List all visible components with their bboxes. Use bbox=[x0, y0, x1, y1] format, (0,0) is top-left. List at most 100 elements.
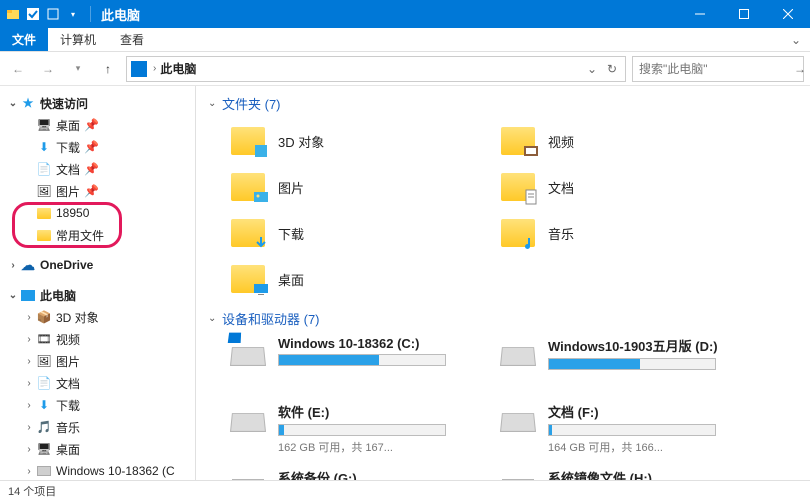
pin-icon: 📌 bbox=[84, 162, 94, 176]
video-icon: 🎞 bbox=[36, 331, 52, 347]
nav-forward-button[interactable]: → bbox=[36, 57, 60, 81]
checkbox-icon[interactable] bbox=[26, 7, 40, 21]
separator bbox=[90, 6, 91, 22]
tree-item-pictures-pc[interactable]: ›🖼图片 bbox=[0, 350, 195, 372]
file-tab[interactable]: 文件 bbox=[0, 28, 48, 51]
this-pc-icon bbox=[131, 61, 147, 77]
window-controls bbox=[678, 0, 810, 28]
folder-label: 下载 bbox=[278, 224, 304, 243]
tree-label: 下载 bbox=[56, 139, 80, 156]
qat-dropdown-icon[interactable]: ▾ bbox=[66, 7, 80, 21]
drive-big-icon bbox=[228, 402, 268, 442]
status-text: 14 个项目 bbox=[8, 483, 56, 499]
tree-item-videos[interactable]: ›🎞视频 bbox=[0, 328, 195, 350]
downloads-icon: ⬇ bbox=[36, 139, 52, 155]
collapse-icon[interactable]: ⌄ bbox=[6, 290, 20, 301]
maximize-button[interactable] bbox=[722, 0, 766, 28]
drive-tile[interactable]: Windows 10-18362 (C:) bbox=[226, 334, 486, 398]
minimize-button[interactable] bbox=[678, 0, 722, 28]
qat-item-icon[interactable] bbox=[46, 7, 60, 21]
computer-tab[interactable]: 计算机 bbox=[48, 28, 108, 51]
pictures-icon: 🖼 bbox=[36, 353, 52, 369]
folder-tile[interactable]: 音乐 bbox=[496, 211, 756, 255]
title-bar: ▾ 此电脑 bbox=[0, 0, 810, 28]
downloads-icon: ⬇ bbox=[36, 397, 52, 413]
music-icon: 🎵 bbox=[36, 419, 52, 435]
tree-item-desktop[interactable]: ·🖥桌面📌 bbox=[0, 114, 195, 136]
close-button[interactable] bbox=[766, 0, 810, 28]
expand-icon[interactable]: › bbox=[6, 260, 20, 271]
quick-access-node[interactable]: ⌄ ★ 快速访问 bbox=[0, 92, 195, 114]
drive-tile[interactable]: 文档 (F:) 164 GB 可用，共 166... bbox=[496, 400, 756, 464]
tree-item-3d[interactable]: ›📦3D 对象 bbox=[0, 306, 195, 328]
search-input[interactable] bbox=[639, 62, 794, 76]
folder-big-icon bbox=[228, 169, 268, 205]
folders-group-header[interactable]: ⌄ 文件夹 (7) bbox=[208, 94, 800, 113]
folder-big-icon bbox=[498, 123, 538, 159]
drive-tile[interactable]: 系统备份 (G:) bbox=[226, 466, 486, 480]
tree-item-documents[interactable]: ·📄文档📌 bbox=[0, 158, 195, 180]
tree-label: 18950 bbox=[56, 206, 89, 220]
drive-tile[interactable]: 系统镜像文件 (H:) bbox=[496, 466, 756, 480]
drive-big-icon bbox=[228, 468, 268, 480]
folder-big-icon bbox=[498, 215, 538, 251]
tree-item-common-files[interactable]: ·常用文件 bbox=[0, 224, 195, 246]
ribbon-tabs: 文件 计算机 查看 ⌄ bbox=[0, 28, 810, 52]
tree-label: 音乐 bbox=[56, 419, 80, 436]
search-icon[interactable]: → bbox=[794, 62, 806, 76]
drive-name: 软件 (E:) bbox=[278, 402, 484, 421]
tree-label: 常用文件 bbox=[56, 227, 104, 244]
tree-item-18950[interactable]: ·18950 bbox=[0, 202, 195, 224]
drive-free-text: 164 GB 可用，共 166... bbox=[548, 439, 754, 455]
tree-item-downloads[interactable]: ·⬇下载📌 bbox=[0, 136, 195, 158]
breadcrumb[interactable]: 此电脑 bbox=[156, 60, 200, 77]
nav-back-button[interactable]: ← bbox=[6, 57, 30, 81]
desktop-icon: 🖥 bbox=[36, 117, 52, 133]
collapse-icon[interactable]: ⌄ bbox=[208, 313, 222, 324]
tree-label: 图片 bbox=[56, 353, 80, 370]
folder-tile[interactable]: 下载 bbox=[226, 211, 486, 255]
tree-item-desktop-pc[interactable]: ›🖥桌面 bbox=[0, 438, 195, 460]
drive-name: Windows10-1903五月版 (D:) bbox=[548, 336, 754, 355]
folder-tile[interactable]: 图片 bbox=[226, 165, 486, 209]
folder-label: 文档 bbox=[548, 178, 574, 197]
folder-tile[interactable]: 3D 对象 bbox=[226, 119, 486, 163]
tree-item-drive-c[interactable]: ›Windows 10-18362 (C bbox=[0, 460, 195, 480]
view-tab[interactable]: 查看 bbox=[108, 28, 156, 51]
tree-label: OneDrive bbox=[40, 258, 93, 272]
quick-access-toolbar: ▾ bbox=[0, 7, 86, 21]
folder-icon bbox=[36, 227, 52, 243]
nav-recent-dropdown[interactable]: ▾ bbox=[66, 57, 90, 81]
nav-up-button[interactable]: ↑ bbox=[96, 57, 120, 81]
drive-tile[interactable]: Windows10-1903五月版 (D:) bbox=[496, 334, 756, 398]
folder-tile[interactable]: 视频 bbox=[496, 119, 756, 163]
tree-item-downloads-pc[interactable]: ›⬇下载 bbox=[0, 394, 195, 416]
search-box[interactable]: → bbox=[632, 56, 804, 82]
drive-name: 文档 (F:) bbox=[548, 402, 754, 421]
onedrive-icon: ☁ bbox=[20, 257, 36, 273]
address-dropdown-icon[interactable]: ⌄ bbox=[583, 62, 601, 76]
tree-item-music[interactable]: ›🎵音乐 bbox=[0, 416, 195, 438]
desktop-icon: 🖥 bbox=[36, 441, 52, 457]
content-pane: ⌄ 文件夹 (7) 3D 对象视频图片 文档下载 音乐桌面 ⌄ 设备和驱动器 (7)… bbox=[196, 86, 810, 480]
drives-group-header[interactable]: ⌄ 设备和驱动器 (7) bbox=[208, 309, 800, 328]
onedrive-node[interactable]: › ☁ OneDrive bbox=[0, 254, 195, 276]
tree-item-documents-pc[interactable]: ›📄文档 bbox=[0, 372, 195, 394]
folder-label: 桌面 bbox=[278, 270, 304, 289]
this-pc-node[interactable]: ⌄ 此电脑 bbox=[0, 284, 195, 306]
refresh-icon[interactable]: ↻ bbox=[603, 62, 621, 76]
drive-tile[interactable]: 软件 (E:) 162 GB 可用，共 167... bbox=[226, 400, 486, 464]
drive-free-text: 162 GB 可用，共 167... bbox=[278, 439, 484, 455]
collapse-ribbon-icon[interactable]: ⌄ bbox=[782, 28, 810, 51]
folder-tile[interactable]: 桌面 bbox=[226, 257, 486, 301]
folder-tile[interactable]: 文档 bbox=[496, 165, 756, 209]
drive-name: 系统镜像文件 (H:) bbox=[548, 468, 754, 480]
drive-usage-bar bbox=[278, 354, 446, 366]
collapse-icon[interactable]: ⌄ bbox=[6, 98, 20, 109]
tree-label: 视频 bbox=[56, 331, 80, 348]
tree-item-pictures[interactable]: ·🖼图片📌 bbox=[0, 180, 195, 202]
documents-icon: 📄 bbox=[36, 161, 52, 177]
this-pc-icon bbox=[20, 287, 36, 303]
collapse-icon[interactable]: ⌄ bbox=[208, 98, 222, 109]
address-bar[interactable]: › 此电脑 ⌄ ↻ bbox=[126, 56, 626, 82]
